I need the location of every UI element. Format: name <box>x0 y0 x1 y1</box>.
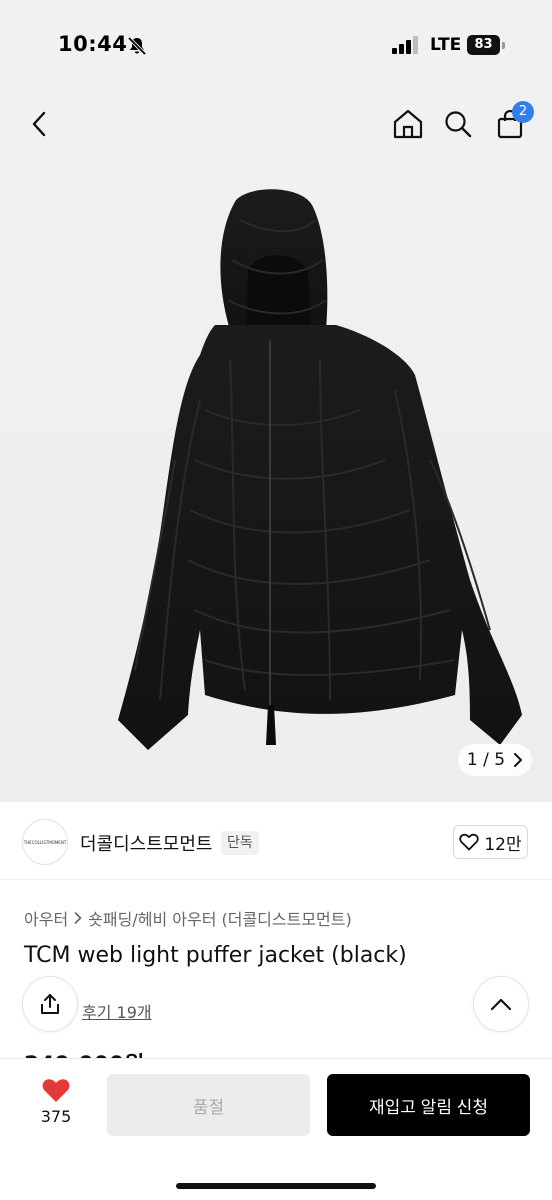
brand-logo[interactable]: THECOLLISTMOMENT <box>22 819 68 865</box>
network-label: LTE <box>430 35 462 55</box>
search-button[interactable] <box>438 104 478 144</box>
signal-icon <box>392 36 418 54</box>
image-counter[interactable]: 1 / 5 <box>458 744 532 776</box>
chevron-right-icon <box>74 912 82 924</box>
breadcrumb: 아우터 숏패딩/헤비 아우터 (더콜디스트모먼트) <box>24 906 352 930</box>
brand-logo-text: THECOLLISTMOMENT <box>23 839 67 845</box>
share-button[interactable] <box>22 976 78 1032</box>
chevron-left-icon <box>32 111 46 137</box>
top-navigation: 2 <box>0 90 552 160</box>
heart-filled-icon <box>42 1079 70 1102</box>
review-link[interactable]: 후기 19개 <box>82 999 152 1023</box>
home-indicator <box>176 1183 376 1189</box>
scroll-to-top-button[interactable] <box>473 976 529 1032</box>
status-time: 10:44 <box>58 32 128 56</box>
brand-like-button[interactable]: 12만 <box>453 825 528 859</box>
product-price: 249,000원 <box>24 1047 144 1058</box>
chevron-up-icon <box>490 998 512 1011</box>
battery-level: 83 <box>467 35 500 55</box>
product-photo <box>118 189 522 750</box>
search-icon <box>445 111 472 138</box>
back-button[interactable] <box>20 104 60 144</box>
cart-button[interactable]: 2 <box>490 101 534 144</box>
wish-count: 375 <box>40 1107 72 1126</box>
breadcrumb-category[interactable]: 아우터 <box>24 906 68 930</box>
chevron-right-icon <box>514 753 523 767</box>
status-bar: 10:44 LTE 83 <box>0 0 552 90</box>
breadcrumb-subcategory[interactable]: 숏패딩/헤비 아우터 (더콜디스트모먼트) <box>88 906 352 930</box>
cart-count-badge: 2 <box>512 101 534 123</box>
bell-off-icon <box>127 36 147 56</box>
wish-button[interactable]: 375 <box>30 1077 82 1133</box>
price-row: 249,000원 <box>0 1040 552 1058</box>
battery-cap <box>502 42 505 49</box>
bottom-action-bar: 375 품절 재입고 알림 신청 <box>0 1058 552 1200</box>
soldout-button[interactable]: 품절 <box>107 1074 310 1136</box>
home-icon <box>393 109 423 139</box>
product-title: TCM web light puffer jacket (black) <box>24 943 407 968</box>
exclusive-badge: 단독 <box>221 831 259 855</box>
heart-outline-icon <box>459 833 480 851</box>
product-image-gallery[interactable]: 1 / 5 <box>0 160 552 802</box>
battery-icon: 83 <box>467 35 507 55</box>
home-button[interactable] <box>388 104 428 144</box>
share-icon <box>41 994 59 1014</box>
brand-like-count: 12만 <box>484 834 522 855</box>
brand-row[interactable]: THECOLLISTMOMENT 더콜디스트모먼트 단독 12만 <box>0 802 552 880</box>
image-counter-text: 1 / 5 <box>466 750 506 770</box>
brand-name[interactable]: 더콜디스트모먼트 <box>80 830 212 856</box>
restock-alert-button[interactable]: 재입고 알림 신청 <box>327 1074 530 1136</box>
